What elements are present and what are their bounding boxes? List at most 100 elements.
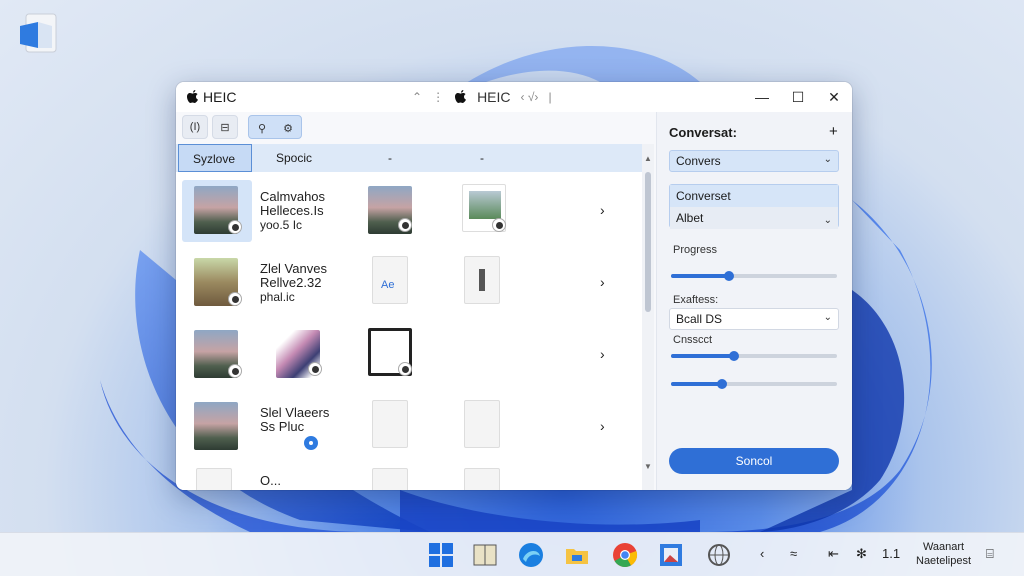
row-thumbnail-cell <box>182 396 252 458</box>
document-thumbnail <box>464 468 500 490</box>
chevron-right-icon[interactable]: › <box>600 418 605 434</box>
image-viewer-icon[interactable] <box>658 542 684 568</box>
heic-badge-icon <box>228 364 242 378</box>
chevron-down-icon: ⌄ <box>823 154 832 165</box>
nav-back-icon[interactable]: ⌃ <box>412 90 422 104</box>
conversion-select[interactable]: Convers ⌄ <box>669 150 839 172</box>
center-title: HEIC <box>477 89 511 105</box>
status-badge-icon <box>304 436 318 450</box>
center-title-group: ⌃ ⋮ HEIC ‹ √› | <box>412 89 552 105</box>
chevron-right-icon[interactable]: › <box>600 346 605 362</box>
scroll-up-icon[interactable]: ▲ <box>644 154 652 163</box>
secondary-knob[interactable] <box>717 379 728 389</box>
chevron-down-icon: ⌄ <box>823 215 832 226</box>
more-icon[interactable]: ⋮ <box>432 90 444 104</box>
settings-gear-icon[interactable]: ✻ <box>856 546 867 562</box>
format-select[interactable]: Bcall DS ⌄ <box>669 308 839 330</box>
quality-knob[interactable] <box>729 351 740 361</box>
maximize-button[interactable]: ☐ <box>780 82 816 112</box>
heic-badge-icon <box>398 362 412 376</box>
chrome-browser-icon[interactable] <box>612 542 638 568</box>
column-header-3[interactable]: - <box>388 144 392 172</box>
file-list: Syzlove Spocic - - Calmvahos Helleces.Is… <box>176 144 654 490</box>
format-select-value: Bcall DS <box>676 312 723 326</box>
app-title-group: HEIC <box>186 89 236 105</box>
file-name: Calmvahos Helleces.Is yoo.5 Ic <box>260 189 326 233</box>
row-thumbnail-cell <box>182 180 252 242</box>
volume-icon[interactable]: ⇤ <box>828 546 839 562</box>
minimize-button[interactable]: — <box>744 82 780 112</box>
taskbar: ‹ ≈ ⇤ ✻ 1.1 Waanart Naetelipest ⌸ <box>0 532 1024 576</box>
add-icon[interactable]: + <box>829 123 838 140</box>
progress-slider[interactable] <box>671 271 837 281</box>
toolbar: (I) ⊟ ⚲ ⚙ <box>182 115 302 139</box>
column-header-4[interactable]: - <box>480 144 484 172</box>
file-name: Slel Vlaeers Ss Pluc <box>260 405 330 434</box>
heic-badge-icon <box>228 292 242 306</box>
preset-header: Converset <box>670 185 838 207</box>
row-thumbnail-cell <box>182 324 252 386</box>
table-row[interactable]: Slel Vlaeers Ss Pluc › <box>176 392 642 462</box>
quality-slider[interactable] <box>671 351 837 361</box>
document-thumbnail <box>464 256 500 304</box>
row-thumbnail-cell <box>182 252 252 314</box>
table-row[interactable]: Calmvahos Helleces.Is yoo.5 Ic › <box>176 176 642 246</box>
column-header-name[interactable]: Syzlove <box>178 144 252 172</box>
chevron-right-icon[interactable]: › <box>600 274 605 290</box>
heic-badge-icon <box>308 362 322 376</box>
search-tool-button[interactable]: ⚲ <box>249 116 275 140</box>
document-thumbnail <box>372 468 408 490</box>
grid-view-button[interactable]: ⊟ <box>212 115 238 139</box>
heic-badge-icon <box>398 218 412 232</box>
app-title: HEIC <box>203 89 237 105</box>
close-button[interactable]: ✕ <box>816 82 852 112</box>
conversion-select-value: Convers <box>676 154 721 168</box>
scroll-down-icon[interactable]: ▼ <box>644 462 652 471</box>
clock[interactable]: Waanart Naetelipest <box>916 540 971 568</box>
clock-date: Naetelipest <box>916 555 972 567</box>
book-app-icon[interactable] <box>472 542 498 568</box>
edge-browser-icon[interactable] <box>518 542 544 568</box>
apple-icon <box>187 90 198 103</box>
file-name: Zlel Vanves Rellve2.32 phal.ic <box>260 261 327 305</box>
column-header-spec[interactable]: Spocic <box>276 144 312 172</box>
table-row[interactable]: › <box>176 320 642 390</box>
apple-icon <box>455 90 467 103</box>
preset-value-row: Albet ⌄ <box>670 207 838 229</box>
start-menu-icon[interactable] <box>428 542 454 568</box>
secondary-slider[interactable] <box>671 379 837 389</box>
document-thumbnail: Ae <box>372 256 408 304</box>
network-icon[interactable]: ≈ <box>790 546 797 561</box>
heic-badge-icon <box>228 220 242 234</box>
convert-button[interactable]: Soncol <box>669 448 839 474</box>
divider-icon: | <box>548 90 552 104</box>
quality-label: Cnsscct <box>673 334 713 346</box>
scroll-thumb[interactable] <box>645 172 651 312</box>
view-toggle-button[interactable]: (I) <box>182 115 208 139</box>
progress-label: Progress <box>673 244 718 256</box>
document-thumbnail <box>464 400 500 448</box>
panel-title: Conversat: <box>669 125 737 140</box>
globe-icon[interactable] <box>706 542 732 568</box>
clock-time: Waanart <box>922 541 965 553</box>
file-name: O... <box>260 473 281 488</box>
table-row[interactable]: O... <box>176 464 642 490</box>
notification-icon[interactable]: ⌸ <box>986 546 994 562</box>
chevron-right-icon[interactable]: › <box>600 202 605 218</box>
image-thumbnail <box>194 402 238 450</box>
list-header: Syzlove Spocic - - <box>176 144 642 172</box>
vertical-scrollbar[interactable]: ▲ ▼ <box>642 144 654 490</box>
table-row[interactable]: Zlel Vanves Rellve2.32 phal.ic Ae › <box>176 248 642 318</box>
secondary-fill <box>671 382 723 386</box>
preset-select[interactable]: Converset Albet ⌄ <box>669 184 839 229</box>
settings-tool-button[interactable]: ⚙ <box>275 116 301 140</box>
tray-count: 1.1 <box>882 546 901 561</box>
progress-knob[interactable] <box>724 271 735 281</box>
version-hint: ‹ √› <box>520 90 539 104</box>
tool-group: ⚲ ⚙ <box>248 115 302 139</box>
desktop-app-icon[interactable] <box>18 12 60 58</box>
file-explorer-icon[interactable] <box>564 542 590 568</box>
format-label: Exaftess: <box>673 294 719 306</box>
conversion-panel: Conversat: + Convers ⌄ Converset Albet ⌄… <box>656 112 852 490</box>
show-hidden-icons-icon[interactable]: ‹ <box>760 546 764 561</box>
